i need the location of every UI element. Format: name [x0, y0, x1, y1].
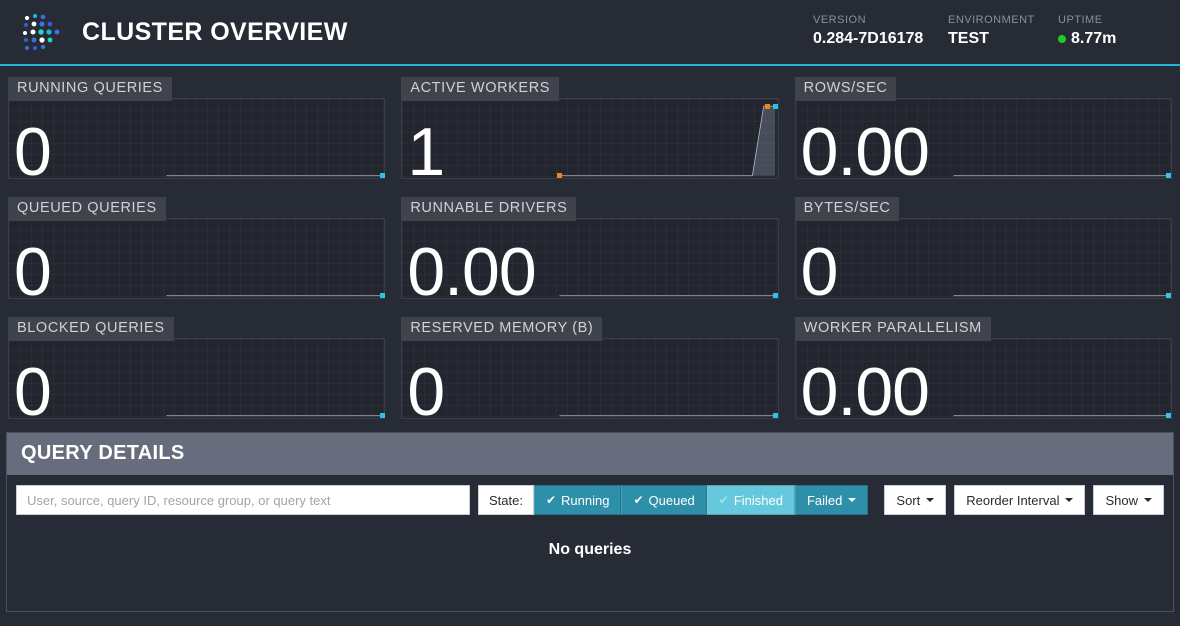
stat-uptime-value: 8.77m: [1071, 30, 1116, 48]
metric-tile-blocked-queries: BLOCKED QUERIES 0: [0, 306, 393, 426]
sparkline-end-marker: [773, 104, 778, 109]
metric-value-running-queries: 0: [14, 121, 51, 184]
state-filter-failed[interactable]: Failed: [795, 485, 868, 515]
metric-tile-reserved-memory: RESERVED MEMORY (B) 0: [393, 306, 786, 426]
sparkline-bytes-per-sec: [795, 218, 1172, 299]
sparkline-end-marker: [773, 293, 778, 298]
chevron-down-icon: [1144, 498, 1152, 502]
page-header: CLUSTER OVERVIEW VERSION 0.284-7D16178 E…: [0, 0, 1180, 66]
menu-button-group: Sort Reorder Interval Show: [876, 485, 1164, 515]
metric-value-reserved-memory: 0: [407, 361, 444, 424]
state-filter-queued[interactable]: ✔ Queued: [621, 485, 706, 515]
check-icon: ✔: [719, 494, 729, 506]
chevron-down-icon: [848, 498, 856, 502]
sparkline-end-marker: [1166, 173, 1171, 178]
metric-tile-active-workers: ACTIVE WORKERS 1: [393, 66, 786, 186]
metric-label-runnable-drivers: RUNNABLE DRIVERS: [401, 197, 576, 221]
state-filter-group: State: ✔ Running ✔ Queued ✔ Finished Failed: [478, 485, 868, 515]
metric-value-runnable-drivers: 0.00: [407, 241, 535, 304]
metric-value-worker-parallelism: 0.00: [801, 361, 929, 424]
stat-version-label: VERSION: [813, 14, 948, 26]
sparkline-queued-queries: [8, 218, 385, 299]
menu-button-label-show: Show: [1105, 494, 1138, 507]
metric-tiles-grid: RUNNING QUERIES 0 ACTIVE WORKERS 1 ROWS/SEC 0…: [0, 66, 1180, 426]
stat-environment-label: ENVIRONMENT: [948, 14, 1058, 26]
metric-label-bytes-per-sec: BYTES/SEC: [795, 197, 900, 221]
stat-version-value: 0.284-7D16178: [813, 30, 948, 48]
sparkline-blocked-queries: [8, 338, 385, 419]
metric-tile-runnable-drivers: RUNNABLE DRIVERS 0.00: [393, 186, 786, 306]
search-input[interactable]: [16, 485, 470, 515]
metric-value-blocked-queries: 0: [14, 361, 51, 424]
metric-label-running-queries: RUNNING QUERIES: [8, 77, 172, 101]
state-filter-label-queued: Queued: [649, 494, 695, 507]
stat-environment: ENVIRONMENT TEST: [948, 14, 1058, 48]
status-dot-icon: [1058, 35, 1066, 43]
menu-button-label-reorder-interval: Reorder Interval: [966, 494, 1059, 507]
page-title: CLUSTER OVERVIEW: [82, 18, 348, 47]
sparkline-running-queries: [8, 98, 385, 179]
query-details-panel: QUERY DETAILS State: ✔ Running ✔ Queued ✔ Fini…: [6, 432, 1174, 612]
state-filter-label-failed: Failed: [807, 494, 842, 507]
metric-tile-bytes-per-sec: BYTES/SEC 0: [787, 186, 1180, 306]
metric-tile-rows-per-sec: ROWS/SEC 0.00: [787, 66, 1180, 186]
empty-message: No queries: [549, 541, 632, 559]
metric-tile-running-queries: RUNNING QUERIES 0: [0, 66, 393, 186]
metric-label-active-workers: ACTIVE WORKERS: [401, 77, 559, 101]
metric-label-reserved-memory: RESERVED MEMORY (B): [401, 317, 602, 341]
metric-label-rows-per-sec: ROWS/SEC: [795, 77, 897, 101]
state-filter-running[interactable]: ✔ Running: [534, 485, 622, 515]
metric-label-blocked-queries: BLOCKED QUERIES: [8, 317, 174, 341]
query-list-empty-state: No queries: [7, 525, 1173, 603]
stat-version: VERSION 0.284-7D16178: [813, 14, 948, 48]
header-stats: VERSION 0.284-7D16178 ENVIRONMENT TEST U…: [813, 14, 1158, 50]
state-filter-label-finished: Finished: [734, 494, 783, 507]
sparkline-peak-marker: [765, 104, 770, 109]
sparkline-end-marker: [773, 413, 778, 418]
metric-value-active-workers: 1: [407, 121, 444, 184]
menu-button-show[interactable]: Show: [1093, 485, 1164, 515]
metric-value-rows-per-sec: 0.00: [801, 121, 929, 184]
sparkline-end-marker: [1166, 293, 1171, 298]
sparkline-start-marker: [557, 173, 562, 178]
query-details-title: QUERY DETAILS: [21, 442, 185, 464]
brand: CLUSTER OVERVIEW: [18, 9, 348, 55]
menu-button-sort[interactable]: Sort: [884, 485, 946, 515]
chevron-down-icon: [926, 498, 934, 502]
stat-uptime: UPTIME 8.77m: [1058, 14, 1158, 48]
metric-value-queued-queries: 0: [14, 241, 51, 304]
stat-environment-value: TEST: [948, 30, 1058, 48]
query-details-header: QUERY DETAILS: [7, 433, 1173, 475]
metric-tile-worker-parallelism: WORKER PARALLELISM 0.00: [787, 306, 1180, 426]
sparkline-end-marker: [380, 413, 385, 418]
menu-button-reorder-interval[interactable]: Reorder Interval: [954, 485, 1085, 515]
state-filter-finished[interactable]: ✔ Finished: [707, 485, 795, 515]
sparkline-reserved-memory: [401, 338, 778, 419]
metric-label-worker-parallelism: WORKER PARALLELISM: [795, 317, 991, 341]
sparkline-end-marker: [380, 173, 385, 178]
metric-label-queued-queries: QUEUED QUERIES: [8, 197, 166, 221]
state-filter-label-running: Running: [561, 494, 609, 507]
state-filter-label: State:: [478, 485, 534, 515]
stat-uptime-value-wrap: 8.77m: [1058, 30, 1158, 48]
trino-dots-logo-icon: [18, 9, 66, 55]
check-icon: ✔: [546, 494, 556, 506]
sparkline-end-marker: [380, 293, 385, 298]
query-details-toolbar: State: ✔ Running ✔ Queued ✔ Finished Failed Sor…: [7, 475, 1173, 525]
menu-button-label-sort: Sort: [896, 494, 920, 507]
check-icon: ✔: [633, 494, 643, 506]
chevron-down-icon: [1065, 498, 1073, 502]
stat-uptime-label: UPTIME: [1058, 14, 1158, 26]
sparkline-active-workers: [401, 98, 778, 179]
metric-value-bytes-per-sec: 0: [801, 241, 838, 304]
sparkline-end-marker: [1166, 413, 1171, 418]
metric-tile-queued-queries: QUEUED QUERIES 0: [0, 186, 393, 306]
